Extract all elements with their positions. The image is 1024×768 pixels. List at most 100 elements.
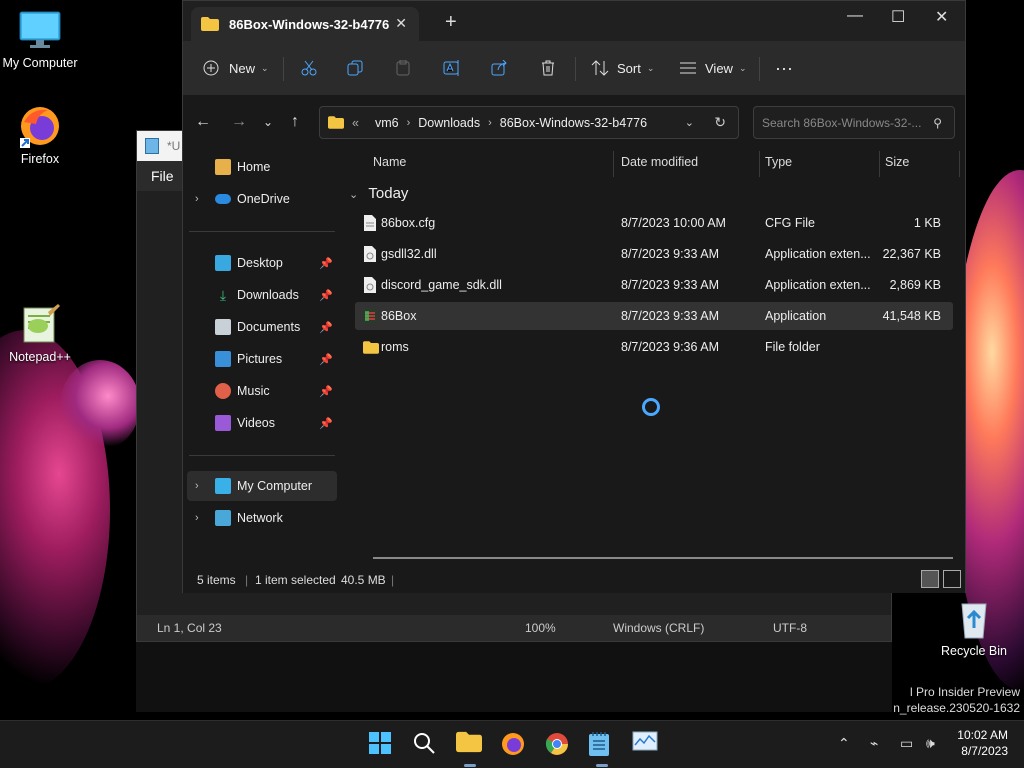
rename-button[interactable] xyxy=(443,57,461,79)
taskbar-performance-monitor[interactable] xyxy=(632,731,660,759)
nav-item-my-computer[interactable]: › My Computer xyxy=(187,471,337,501)
new-button[interactable]: New ⌄ xyxy=(203,57,269,79)
forward-button[interactable]: → xyxy=(231,113,247,131)
download-arrow-icon: ⤓ xyxy=(219,287,227,303)
system-clock[interactable]: 10:02 AM 8/7/2023 xyxy=(957,727,1008,759)
network-icon[interactable]: ⌁ xyxy=(870,736,878,752)
taskbar-notepad[interactable] xyxy=(588,731,616,767)
nav-item-videos[interactable]: Videos 📌 xyxy=(187,408,337,438)
new-label: New xyxy=(229,60,256,76)
explorer-tab[interactable]: 86Box-Windows-32-b4776 ✕ xyxy=(191,7,419,41)
column-header-type[interactable]: Type xyxy=(765,155,792,169)
chrome-icon xyxy=(545,733,568,755)
column-divider[interactable] xyxy=(759,151,760,177)
expand-chevron-icon[interactable]: › xyxy=(195,193,199,205)
chevron-right-icon[interactable]: › xyxy=(407,117,411,129)
breadcrumb-downloads[interactable]: Downloads xyxy=(418,116,480,130)
start-button[interactable] xyxy=(368,731,396,759)
share-button[interactable] xyxy=(491,57,507,79)
refresh-icon[interactable]: ↻ xyxy=(714,114,726,131)
file-size: 41,548 KB xyxy=(882,309,941,323)
file-row[interactable]: roms 8/7/2023 9:36 AM File folder xyxy=(355,333,953,361)
display-icon[interactable]: ▭ xyxy=(900,736,913,752)
file-row[interactable]: discord_game_sdk.dll 8/7/2023 9:33 AM Ap… xyxy=(355,271,953,299)
nav-item-music[interactable]: Music 📌 xyxy=(187,376,337,406)
file-name: gsdll32.dll xyxy=(381,247,437,261)
pin-icon[interactable]: 📌 xyxy=(319,353,333,366)
breadcrumb-overflow[interactable]: « xyxy=(352,116,359,130)
file-row[interactable]: 86box.cfg 8/7/2023 10:00 AM CFG File 1 K… xyxy=(355,209,953,237)
desktop-icon-recycle-bin[interactable]: Recycle Bin xyxy=(934,596,1014,658)
file-row-selected[interactable]: 86Box 8/7/2023 9:33 AM Application 41,54… xyxy=(355,302,953,330)
pin-icon[interactable]: 📌 xyxy=(319,385,333,398)
file-name: 86Box xyxy=(381,309,417,323)
tab-close-icon[interactable]: ✕ xyxy=(395,15,407,32)
desktop-icon-notepadpp[interactable]: Notepad++ xyxy=(0,302,80,364)
nav-item-home[interactable]: Home xyxy=(187,152,337,182)
notepadpp-icon xyxy=(18,302,62,346)
nav-item-documents[interactable]: Documents 📌 xyxy=(187,312,337,342)
file-row[interactable]: gsdll32.dll 8/7/2023 9:33 AM Application… xyxy=(355,240,953,268)
column-divider[interactable] xyxy=(959,151,960,177)
file-date: 8/7/2023 9:33 AM xyxy=(621,247,719,261)
up-button[interactable]: ↑ xyxy=(291,113,299,131)
copy-button[interactable] xyxy=(347,57,363,79)
expand-chevron-icon[interactable]: › xyxy=(195,512,199,524)
desktop-icon-my-computer[interactable]: My Computer xyxy=(0,8,80,70)
nav-item-desktop[interactable]: Desktop 📌 xyxy=(187,248,337,278)
monitor-icon xyxy=(215,478,231,494)
show-hidden-icons-button[interactable]: ⌃ xyxy=(838,736,850,752)
address-dropdown-icon[interactable]: ⌄ xyxy=(685,116,694,129)
nav-item-onedrive[interactable]: › OneDrive xyxy=(187,184,337,214)
collapse-chevron-icon[interactable]: ⌄ xyxy=(349,189,358,201)
volume-icon[interactable]: 🕪 xyxy=(926,736,935,752)
column-header-date[interactable]: Date modified xyxy=(621,155,698,169)
view-button[interactable]: View ⌄ xyxy=(679,57,747,79)
group-header-today[interactable]: ⌄ Today xyxy=(349,185,408,202)
tiles-view-button[interactable] xyxy=(943,570,961,588)
new-tab-button[interactable]: + xyxy=(445,11,457,34)
pin-icon[interactable]: 📌 xyxy=(319,257,333,270)
status-encoding: UTF-8 xyxy=(773,621,807,635)
pin-icon[interactable]: 📌 xyxy=(319,321,333,334)
pin-icon[interactable]: 📌 xyxy=(319,289,333,302)
paste-button[interactable] xyxy=(395,57,411,79)
close-button[interactable]: ✕ xyxy=(935,7,948,27)
sort-button[interactable]: Sort ⌄ xyxy=(591,57,654,79)
breadcrumb-current-folder[interactable]: 86Box-Windows-32-b4776 xyxy=(500,116,647,130)
column-header-size[interactable]: Size xyxy=(885,155,909,169)
column-divider[interactable] xyxy=(613,151,614,177)
nav-item-pictures[interactable]: Pictures 📌 xyxy=(187,344,337,374)
nav-item-label: My Computer xyxy=(237,479,313,493)
copy-icon xyxy=(347,60,363,76)
monitor-chart-icon xyxy=(632,731,658,751)
expand-chevron-icon[interactable]: › xyxy=(195,480,199,492)
more-options-button[interactable]: ··· xyxy=(775,57,793,79)
breadcrumb-vm6[interactable]: vm6 xyxy=(375,116,399,130)
explorer-titlebar[interactable]: 86Box-Windows-32-b4776 ✕ + — ☐ ✕ xyxy=(183,1,965,41)
status-selection: 1 item selected xyxy=(255,573,336,587)
taskbar-firefox[interactable] xyxy=(500,731,528,759)
column-divider[interactable] xyxy=(879,151,880,177)
cut-button[interactable] xyxy=(301,57,317,79)
search-button[interactable] xyxy=(412,731,440,759)
delete-button[interactable] xyxy=(540,57,556,79)
back-button[interactable]: ← xyxy=(195,113,211,131)
pin-icon[interactable]: 📌 xyxy=(319,417,333,430)
horizontal-scrollbar[interactable] xyxy=(373,557,953,559)
maximize-button[interactable]: ☐ xyxy=(891,7,905,27)
file-explorer-window[interactable]: 86Box-Windows-32-b4776 ✕ + — ☐ ✕ New ⌄ S… xyxy=(182,0,966,593)
details-view-button[interactable] xyxy=(921,570,939,588)
column-header-name[interactable]: Name xyxy=(373,155,406,169)
recent-locations-button[interactable]: ⌄ xyxy=(263,115,273,129)
search-box[interactable]: Search 86Box-Windows-32-... ⚲ xyxy=(753,106,955,139)
taskbar-chrome[interactable] xyxy=(544,731,572,759)
taskbar-file-explorer[interactable] xyxy=(456,731,484,767)
chevron-right-icon[interactable]: › xyxy=(488,117,492,129)
nav-item-downloads[interactable]: ⤓ Downloads 📌 xyxy=(187,280,337,310)
desktop-icon-firefox[interactable]: Firefox xyxy=(0,104,80,166)
nav-item-network[interactable]: › Network xyxy=(187,503,337,533)
address-bar[interactable]: « vm6 › Downloads › 86Box-Windows-32-b47… xyxy=(319,106,739,139)
minimize-button[interactable]: — xyxy=(847,7,863,25)
status-cursor-position: Ln 1, Col 23 xyxy=(157,621,222,635)
